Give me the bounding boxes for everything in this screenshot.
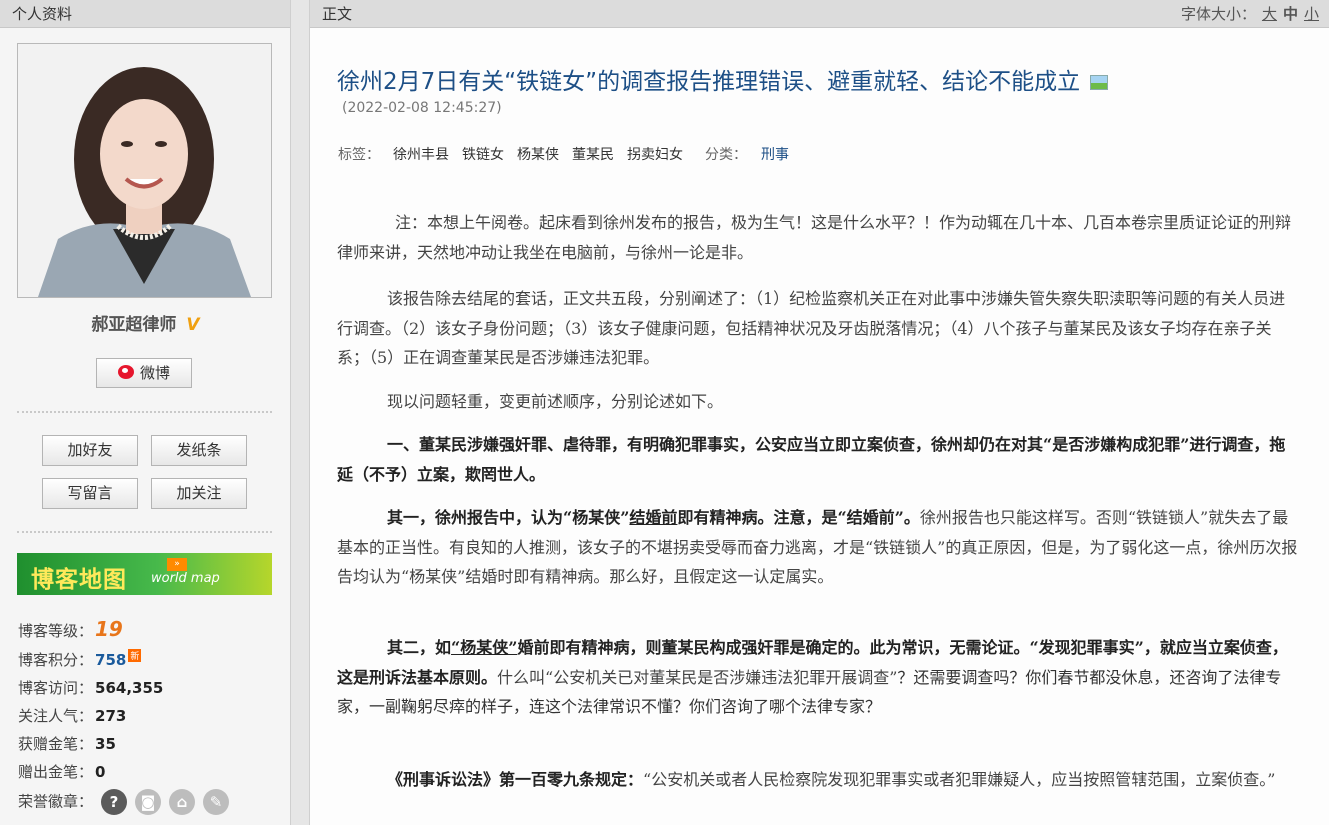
tag-link[interactable]: 拐卖妇女: [627, 147, 683, 163]
new-badge: 新: [128, 649, 142, 662]
font-size-small[interactable]: 小: [1304, 5, 1319, 23]
tags-label: 标签：: [338, 147, 380, 163]
blog-map-title: 博客地图: [31, 567, 127, 593]
bold-text: 其二，如: [387, 638, 452, 657]
stat-medals: 荣誉徽章：? ◙ ⌂ ✎: [18, 789, 230, 815]
stat-blog-level: 博客等级： 19: [18, 617, 123, 641]
article-title-text: 徐州2月7日有关“铁链女”的调查报告推理错误、避重就轻、结论不能成立: [337, 69, 1081, 95]
tag-link[interactable]: 董某民: [572, 147, 614, 163]
article-panel-header: 正文 字体大小： 大中小: [310, 0, 1329, 28]
stat-given-pens: 赠出金笔： 0: [18, 761, 105, 782]
font-size-control: 字体大小： 大中小: [1181, 0, 1319, 28]
camera-medal-icon[interactable]: ◙: [135, 789, 162, 815]
stat-label: 获赠金笔：: [18, 735, 94, 753]
lock-medal-icon[interactable]: ⌂: [169, 789, 196, 815]
follow-button[interactable]: 加关注: [151, 478, 247, 509]
stat-value: 19: [95, 617, 123, 641]
blog-map-arrow-icon: »: [167, 558, 187, 571]
category-link[interactable]: 刑事: [761, 147, 789, 163]
font-size-medium[interactable]: 中: [1283, 5, 1298, 23]
tag-link[interactable]: 杨某侠: [517, 147, 559, 163]
stat-received-pens: 获赠金笔： 35: [18, 733, 116, 754]
stat-label: 关注人气：: [18, 707, 94, 725]
article-timestamp: (2022-02-08 12:45:27): [342, 100, 502, 116]
tag-link[interactable]: 徐州丰县: [393, 147, 449, 163]
article-panel: 正文 字体大小： 大中小 徐州2月7日有关“铁链女”的调查报告推理错误、避重就轻、…: [309, 0, 1329, 825]
stat-value: 564,355: [95, 679, 164, 697]
stat-label: 赠出金笔：: [18, 763, 94, 781]
stat-label: 博客等级：: [18, 622, 94, 640]
category-label: 分类：: [705, 147, 747, 163]
blog-map-banner[interactable]: 博客地图 » world map: [17, 553, 272, 595]
body-text: “公安机关或者人民检察院发现犯罪事实或者犯罪嫌疑人，应当按照管辖范围，立案侦查。…: [643, 770, 1276, 789]
verified-icon: V: [186, 315, 200, 335]
article-title: 徐州2月7日有关“铁链女”的调查报告推理错误、避重就轻、结论不能成立: [337, 62, 1109, 96]
body-text: 什么叫“公安机关已对董某民是否涉嫌违法犯罪开展调查”: [497, 667, 898, 687]
weibo-icon: [117, 364, 134, 379]
article-paragraph: 其二，如“杨某侠”婚前即有精神病，则董某民构成强奸罪是确定的。此为常识，无需论证…: [337, 633, 1300, 722]
tag-link[interactable]: 铁链女: [462, 147, 504, 163]
stat-label: 博客积分：: [18, 651, 94, 669]
font-size-large[interactable]: 大: [1262, 5, 1277, 23]
blogger-name: 郝亚超律师 V: [0, 310, 291, 335]
weibo-button[interactable]: 微博: [96, 358, 192, 388]
blog-map-subtitle: world map: [151, 571, 220, 586]
underlined-text: 结婚前: [629, 508, 678, 527]
leave-message-button[interactable]: 写留言: [42, 478, 138, 509]
article-panel-title: 正文: [322, 5, 353, 23]
question-medal-icon[interactable]: ?: [101, 789, 128, 815]
divider: [17, 531, 272, 533]
send-note-button[interactable]: 发纸条: [151, 435, 247, 466]
image-icon: [1090, 75, 1109, 90]
bold-text: 其一，徐州报告中，认为“杨某侠”: [387, 508, 630, 527]
avatar[interactable]: [17, 43, 272, 298]
pen-medal-icon[interactable]: ✎: [203, 789, 230, 815]
stat-value: 758: [95, 651, 127, 669]
article-paragraph: 注：本想上午阅卷。起床看到徐州发布的报告，极为生气！这是什么水平？！作为动辄在几…: [337, 213, 1292, 262]
stat-label: 荣誉徽章：: [18, 792, 94, 811]
profile-panel-header: 个人资料: [0, 0, 290, 28]
font-size-label: 字体大小：: [1180, 5, 1256, 23]
article-heading-paragraph: 一、董某民涉嫌强奸罪、虐待罪，有明确犯罪事实，公安应当立即立案侦查，徐州却仍在对…: [337, 435, 1286, 484]
stat-value: 35: [95, 735, 116, 753]
bold-text: 即有精神病。注意，是“结婚前”。: [677, 508, 920, 527]
article-paragraph: 现以问题轻重，变更前述顺序，分别论述如下。: [387, 392, 724, 411]
profile-sidebar: 个人资料 郝亚超律师 V 微博 加好友 发纸条 写留言 加关注 博客地图 » w…: [0, 0, 291, 825]
stat-blog-visits: 博客访问： 564,355: [18, 677, 163, 698]
article-paragraph: 《刑事诉讼法》第一百零九条规定：“公安机关或者人民检察院发现犯罪事实或者犯罪嫌疑…: [337, 765, 1300, 795]
article-paragraph: 其一，徐州报告中，认为“杨某侠”结婚前即有精神病。注意，是“结婚前”。徐州报告也…: [337, 503, 1300, 592]
article-paragraph: 该报告除去结尾的套话，正文共五段，分别阐述了：（1）纪检监察机关正在对此事中涉嫌…: [337, 289, 1286, 367]
bold-text: 《刑事诉讼法》第一百零九条规定：: [387, 770, 644, 789]
stat-label: 博客访问：: [18, 679, 94, 697]
add-friend-button[interactable]: 加好友: [42, 435, 138, 466]
stat-popularity: 关注人气： 273: [18, 705, 126, 726]
blogger-name-text[interactable]: 郝亚超律师: [91, 315, 176, 335]
stat-value: 0: [95, 763, 106, 781]
stat-blog-points: 博客积分： 758 新: [18, 649, 142, 670]
underlined-link[interactable]: “杨某侠”: [451, 638, 517, 657]
weibo-button-label: 微博: [139, 364, 170, 382]
stat-value: 273: [95, 707, 127, 725]
tags-row: 标签： 徐州丰县 铁链女 杨某侠 董某民 拐卖妇女 分类： 刑事: [338, 144, 789, 164]
divider: [17, 411, 272, 413]
